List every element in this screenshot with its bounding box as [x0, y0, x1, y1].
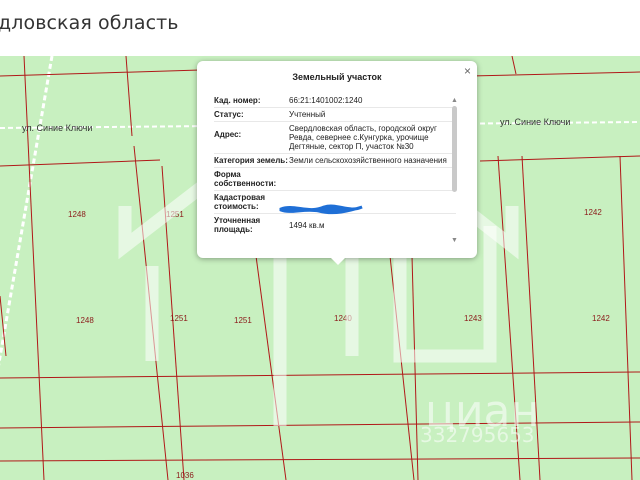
- detail-key: Статус:: [214, 110, 244, 119]
- detail-value: Земли сельскохозяйственного назначения: [289, 156, 447, 165]
- parcel-label: 1243: [464, 314, 482, 323]
- detail-value: 1494 кв.м: [289, 221, 325, 230]
- detail-key: Категория земель:: [214, 156, 288, 165]
- detail-row-cadastral-number: Кад. номер: 66:21:1401002:1240: [214, 94, 456, 108]
- cian-watermark-text: циан 332795653: [420, 386, 539, 447]
- detail-row-land-category: Категория земель: Земли сельскохозяйстве…: [214, 154, 456, 168]
- road-label-left: ул. Синие Ключи: [22, 123, 92, 133]
- redaction-scribble: [279, 204, 363, 215]
- detail-value: [288, 168, 456, 190]
- parcel-label: 1251: [234, 316, 252, 325]
- popup-details: Кад. номер: 66:21:1401002:1240 Статус: У…: [214, 94, 456, 244]
- scroll-down-icon[interactable]: ▼: [451, 237, 458, 244]
- page-title: дловская область: [0, 12, 179, 34]
- road-label-right: ул. Синие Ключи: [500, 117, 570, 127]
- detail-key: Кадастровая стоимость:: [214, 193, 266, 211]
- detail-row-address: Адрес: Свердловская область, городской о…: [214, 122, 456, 154]
- detail-row-status: Статус: Учтенный: [214, 108, 456, 122]
- detail-key: Кад. номер:: [214, 96, 261, 105]
- watermark-phone: 332795653: [420, 423, 535, 447]
- parcel-label: 1248: [68, 210, 86, 219]
- popup-pointer: [330, 257, 346, 265]
- detail-key: Адрес:: [214, 130, 242, 139]
- popup-title: Земельный участок: [292, 72, 382, 82]
- detail-value: Свердловская область, городской округ Ре…: [289, 124, 437, 151]
- page-header: дловская область: [0, 0, 640, 50]
- detail-value: Учтенный: [289, 110, 326, 119]
- detail-row-area: Уточненная площадь: 1494 кв.м: [214, 214, 456, 236]
- detail-row-ownership: Форма собственности:: [214, 168, 456, 191]
- parcel-info-popup: × Земельный участок Кад. номер: 66:21:14…: [197, 61, 477, 258]
- detail-value: 66:21:1401002:1240: [289, 96, 363, 105]
- parcel-label: 1242: [584, 208, 602, 217]
- popup-scrollbar-thumb[interactable]: [452, 106, 457, 192]
- parcel-label: 1251: [170, 314, 188, 323]
- detail-key: Форма собственности:: [214, 170, 277, 188]
- parcel-label: 1242: [592, 314, 610, 323]
- detail-key: Уточненная площадь:: [214, 216, 261, 234]
- scroll-up-icon[interactable]: ▲: [451, 97, 458, 104]
- parcel-label: 1036: [176, 471, 194, 480]
- parcel-label: 1248: [76, 316, 94, 325]
